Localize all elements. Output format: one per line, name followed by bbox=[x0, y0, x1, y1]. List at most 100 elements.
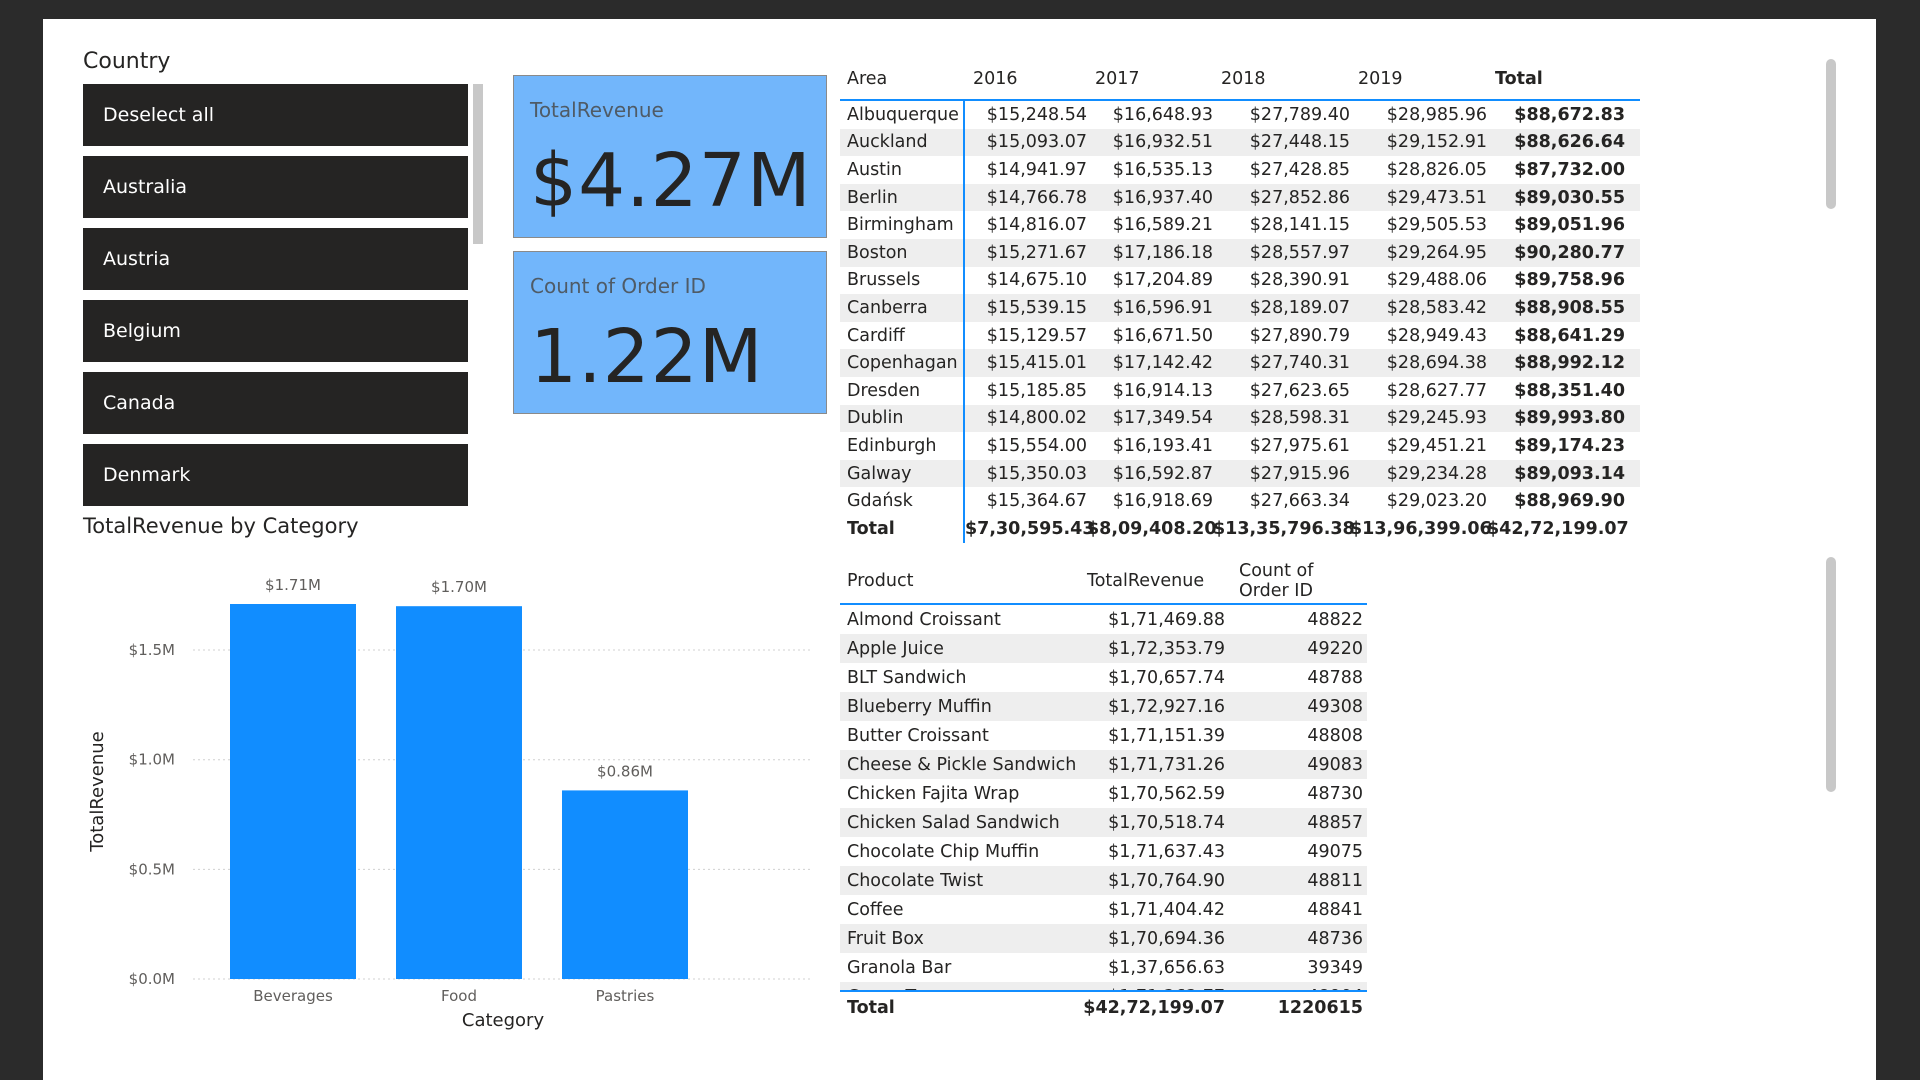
product-cell-revenue: $1,71,469.88 bbox=[1108, 609, 1225, 630]
matrix-total-2017: $8,09,408.20 bbox=[1087, 518, 1217, 539]
revenue-card-value: $4.27M bbox=[530, 138, 812, 224]
slicer-item-austria[interactable]: Austria bbox=[83, 228, 468, 290]
table-row: Green Tea$1,71,262.7748904 bbox=[840, 982, 1367, 990]
matrix-cell-total: $89,030.55 bbox=[1514, 187, 1625, 208]
product-header-count[interactable]: Count of Order ID bbox=[1225, 561, 1363, 601]
product-cell-revenue: $1,72,927.16 bbox=[1108, 696, 1225, 717]
product-cell-count: 39349 bbox=[1307, 957, 1363, 978]
matrix-cell-2018: $28,598.31 bbox=[1249, 408, 1350, 429]
matrix-cell-area: Albuquerque bbox=[840, 101, 965, 129]
matrix-total-2016: $7,30,595.43 bbox=[965, 518, 1095, 539]
product-total-count: 1220615 bbox=[1277, 998, 1363, 1018]
matrix-row: Dublin $14,800.02 $17,349.54 $28,598.31 $29,… bbox=[840, 404, 1640, 433]
matrix-cell-total: $89,993.80 bbox=[1514, 408, 1625, 429]
table-row: Chocolate Chip Muffin $1,71,637.43 49075 bbox=[840, 837, 1367, 866]
matrix-total-row: Total $7,30,595.43 $8,09,408.20 $13,35,7… bbox=[840, 514, 1640, 543]
matrix-row: Gdańsk $15,364.67 $16,918.69 $27,663.34 $29,… bbox=[840, 487, 1640, 515]
orders-card-label: Count of Order ID bbox=[530, 274, 706, 298]
table-row: Chicken Salad Sandwich $1,70,518.74 48857 bbox=[840, 808, 1367, 837]
table-row: Granola Bar $1,37,656.63 39349 bbox=[840, 953, 1367, 982]
slicer-item-australia[interactable]: Australia bbox=[83, 156, 468, 218]
matrix-total-2018: $13,35,796.38 bbox=[1213, 518, 1355, 539]
table-row: Almond Croissant $1,71,469.88 48822 bbox=[840, 605, 1367, 634]
matrix-cell-total: $88,969.90 bbox=[1514, 491, 1625, 512]
matrix-cell-total: $88,626.64 bbox=[1514, 132, 1625, 153]
slicer-title: Country bbox=[83, 49, 171, 74]
matrix-cell-2019: $29,152.91 bbox=[1386, 132, 1487, 153]
product-cell-count: 48857 bbox=[1307, 812, 1363, 833]
matrix-row: Cardiff $15,129.57 $16,671.50 $27,890.79 $28… bbox=[840, 321, 1640, 350]
product-cell-name: Apple Juice bbox=[847, 638, 944, 659]
table-row: Apple Juice $1,72,353.79 49220 bbox=[840, 634, 1367, 663]
report-canvas: Country Deselect all Australia Austria B… bbox=[43, 19, 1876, 1080]
x-axis-title: Category bbox=[462, 1010, 545, 1031]
matrix-header: Area 2016 2017 2018 2019 Total bbox=[840, 59, 1640, 101]
product-cell-name: Green Tea bbox=[840, 987, 1075, 991]
product-cell-count: 48730 bbox=[1307, 783, 1363, 804]
product-cell-revenue: $1,72,353.79 bbox=[1108, 638, 1225, 659]
matrix-cell-2018: $28,141.15 bbox=[1249, 215, 1350, 236]
slicer-item-denmark[interactable]: Denmark bbox=[83, 444, 468, 506]
matrix-cell-total: $89,051.96 bbox=[1514, 215, 1625, 236]
product-cell-name: Almond Croissant bbox=[847, 609, 1001, 630]
matrix-cell-total: $88,992.12 bbox=[1514, 353, 1625, 374]
table-row: Chocolate Twist $1,70,764.90 48811 bbox=[840, 866, 1367, 895]
product-cell-name: Granola Bar bbox=[847, 957, 952, 978]
bar bbox=[396, 606, 522, 979]
matrix-cell-2019: $29,451.21 bbox=[1386, 435, 1487, 456]
matrix-cell-2019: $28,627.77 bbox=[1386, 380, 1487, 401]
matrix-cell-2018: $27,428.85 bbox=[1249, 159, 1350, 180]
slicer-item-belgium[interactable]: Belgium bbox=[83, 300, 468, 362]
product-cell-revenue: $1,71,151.39 bbox=[1108, 725, 1225, 746]
matrix-cell-total: $90,280.77 bbox=[1514, 242, 1625, 263]
matrix-cell-2019: $29,234.28 bbox=[1386, 463, 1487, 484]
matrix-header-2018[interactable]: 2018 bbox=[1213, 69, 1350, 89]
matrix-cell-2018: $27,740.31 bbox=[1249, 353, 1350, 374]
matrix-cell-2018: $27,789.40 bbox=[1249, 104, 1350, 125]
matrix-cell-area: Auckland bbox=[840, 128, 965, 157]
matrix-cell-2017: $16,193.41 bbox=[1112, 435, 1213, 456]
slicer-scrollbar[interactable] bbox=[473, 84, 483, 244]
matrix-cell-2016: $14,941.97 bbox=[986, 159, 1087, 180]
matrix-cell-area: Berlin bbox=[840, 183, 965, 212]
matrix-row: Copenhagan $15,415.01 $17,142.42 $27,740.31… bbox=[840, 349, 1640, 377]
matrix-row: Brussels $14,675.10 $17,204.89 $28,390.91 $2… bbox=[840, 266, 1640, 295]
matrix-row: Albuquerque $15,248.54 $16,648.93 $27,789.4… bbox=[840, 101, 1640, 129]
product-cell-revenue: $1,70,657.74 bbox=[1108, 667, 1225, 688]
matrix-cell-2019: $29,264.95 bbox=[1386, 242, 1487, 263]
matrix-cell-2016: $14,766.78 bbox=[986, 187, 1087, 208]
product-cell-revenue: $1,71,262.77 bbox=[1075, 987, 1225, 991]
data-label: $0.86M bbox=[597, 762, 653, 780]
product-table-scrollbar[interactable] bbox=[1826, 557, 1836, 792]
matrix-cell-total: $89,758.96 bbox=[1514, 270, 1625, 291]
matrix-cell-2018: $27,915.96 bbox=[1249, 463, 1350, 484]
matrix-cell-2018: $27,852.86 bbox=[1249, 187, 1350, 208]
matrix-cell-total: $88,908.55 bbox=[1514, 297, 1625, 318]
matrix-header-2019[interactable]: 2019 bbox=[1350, 69, 1487, 89]
slicer-item-deselect-all[interactable]: Deselect all bbox=[83, 84, 468, 146]
product-cell-name: Fruit Box bbox=[847, 928, 924, 949]
revenue-card-label: TotalRevenue bbox=[530, 98, 664, 122]
matrix-cell-2018: $28,557.97 bbox=[1249, 242, 1350, 263]
matrix-header-2017[interactable]: 2017 bbox=[1087, 69, 1213, 89]
product-table: Product TotalRevenue Count of Order ID A… bbox=[840, 559, 1367, 1024]
product-cell-revenue: $1,70,562.59 bbox=[1108, 783, 1225, 804]
matrix-cell-total: $88,641.29 bbox=[1514, 325, 1625, 346]
table-row: BLT Sandwich $1,70,657.74 48788 bbox=[840, 663, 1367, 692]
product-cell-name: Chocolate Chip Muffin bbox=[847, 841, 1040, 862]
matrix-scrollbar[interactable] bbox=[1826, 59, 1836, 209]
matrix-cell-2019: $28,694.38 bbox=[1386, 353, 1487, 374]
revenue-card: TotalRevenue $4.27M bbox=[513, 75, 827, 238]
matrix-header-2016[interactable]: 2016 bbox=[965, 69, 1087, 89]
matrix-header-area[interactable]: Area bbox=[840, 59, 965, 99]
matrix-cell-2017: $16,596.91 bbox=[1112, 297, 1213, 318]
product-cell-name: Chicken Salad Sandwich bbox=[847, 812, 1060, 833]
product-header-revenue[interactable]: TotalRevenue bbox=[1075, 571, 1225, 591]
product-header-name[interactable]: Product bbox=[840, 571, 1075, 591]
country-slicer: Deselect all Australia Austria Belgium C… bbox=[83, 84, 468, 516]
matrix-header-total[interactable]: Total bbox=[1487, 69, 1625, 89]
product-cell-count: 48736 bbox=[1307, 928, 1363, 949]
slicer-item-canada[interactable]: Canada bbox=[83, 372, 468, 434]
product-cell-count: 48841 bbox=[1307, 899, 1363, 920]
product-cell-name: Butter Croissant bbox=[847, 725, 989, 746]
